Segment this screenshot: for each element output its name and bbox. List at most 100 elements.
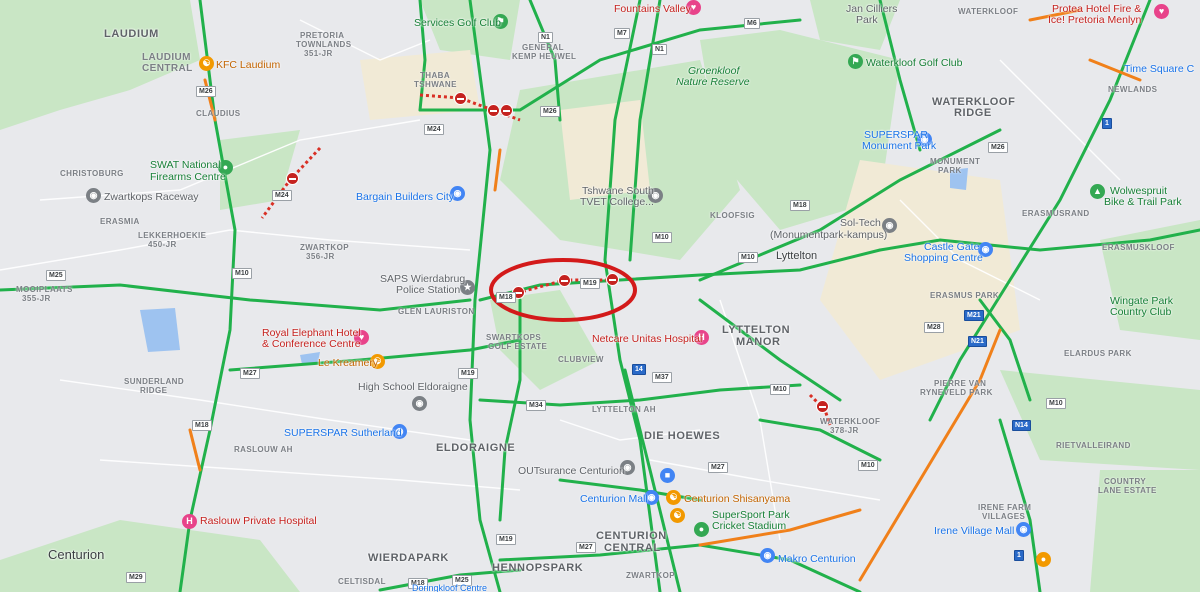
route-shield: 1 bbox=[1014, 550, 1024, 561]
area-label: KLOOFSIG bbox=[710, 211, 755, 220]
shopping-icon[interactable]: ◉ bbox=[760, 548, 775, 563]
poi-label[interactable]: Irene Village Mall bbox=[934, 525, 1014, 538]
area-label: MANOR bbox=[736, 336, 781, 348]
poi-label[interactable]: Shopping Centre bbox=[904, 252, 983, 265]
route-shield: N21 bbox=[968, 336, 987, 347]
school-icon[interactable]: ◉ bbox=[412, 396, 427, 411]
road-closure-icon[interactable] bbox=[816, 400, 829, 413]
poi-label[interactable]: Time Square C bbox=[1124, 63, 1194, 76]
poi-label[interactable]: Le Kreamery bbox=[318, 357, 378, 370]
area-label: ERASMUS PARK bbox=[930, 291, 1000, 300]
area-label: ERASMUSKLOOF bbox=[1102, 243, 1175, 252]
poi-label[interactable]: Bargain Builders City bbox=[356, 191, 454, 204]
poi-label[interactable]: OUTsurance Centurion bbox=[518, 465, 625, 478]
area-label: PARK bbox=[938, 166, 962, 175]
area-label: ELDORAIGNE bbox=[436, 442, 516, 454]
route-shield: M26 bbox=[540, 106, 560, 117]
hotel-icon[interactable]: ♥ bbox=[1154, 4, 1169, 19]
poi-label[interactable]: SUPERSPAR Sutherland bbox=[284, 427, 402, 440]
road-closure-icon[interactable] bbox=[286, 172, 299, 185]
route-shield: N1 bbox=[652, 44, 667, 55]
poi-label[interactable]: Doringkloof Centre bbox=[412, 583, 487, 592]
route-shield: M10 bbox=[1046, 398, 1066, 409]
area-label: LANE ESTATE bbox=[1098, 486, 1157, 495]
poi-label[interactable]: TVET College... bbox=[580, 196, 654, 209]
poi-label[interactable]: Sol-Tech bbox=[840, 217, 881, 230]
area-label: DIE HOEWES bbox=[644, 430, 721, 442]
map-canvas[interactable]: M26 N1 M7 N1 M24 M26 M18 M25 M10 M18 M10… bbox=[0, 0, 1200, 592]
poi-label[interactable]: Zwartkops Raceway bbox=[104, 191, 199, 204]
area-label: 378-JR bbox=[830, 426, 859, 435]
poi-label[interactable]: Fountains Valley bbox=[614, 3, 691, 16]
route-shield: M10 bbox=[652, 232, 672, 243]
route-shield: M10 bbox=[770, 384, 790, 395]
route-shield: N1 bbox=[538, 32, 553, 43]
road-closure-icon[interactable] bbox=[606, 273, 619, 286]
route-shield: M19 bbox=[496, 534, 516, 545]
area-label: CENTRAL bbox=[604, 542, 661, 554]
poi-label[interactable]: Monument Park bbox=[862, 140, 936, 153]
area-label: RASLOUW AH bbox=[234, 445, 293, 454]
area-label: TSHWANE bbox=[414, 80, 457, 89]
poi-label[interactable]: Centurion Shisanyama bbox=[684, 493, 790, 506]
area-label: CELTISDAL bbox=[338, 577, 386, 586]
poi-label[interactable]: (Monumentpark-kampus) bbox=[770, 229, 887, 242]
poi-label[interactable]: Nature Reserve bbox=[676, 76, 750, 89]
area-label: GLEN LAURISTON bbox=[398, 307, 475, 316]
poi-label[interactable]: & Conference Centre bbox=[262, 338, 361, 351]
golf-icon[interactable]: ⚑ bbox=[848, 54, 863, 69]
road-closure-icon[interactable] bbox=[487, 104, 500, 117]
area-label: CHRISTOBURG bbox=[60, 169, 124, 178]
poi-label[interactable]: Waterkloof Golf Club bbox=[866, 57, 962, 70]
restaurant-icon[interactable]: ☯ bbox=[666, 490, 681, 505]
poi-label[interactable]: Services Golf Club bbox=[414, 17, 501, 30]
fuel-icon[interactable]: ● bbox=[1036, 552, 1051, 567]
area-label: ZWARTKOP bbox=[626, 571, 675, 580]
route-shield: 14 bbox=[632, 364, 646, 375]
poi-label[interactable]: Cricket Stadium bbox=[712, 520, 786, 533]
poi-label[interactable]: SWAT National bbox=[150, 159, 220, 172]
poi-label[interactable]: Netcare Unitas Hospital bbox=[592, 333, 702, 346]
road-closure-icon[interactable] bbox=[558, 274, 571, 287]
area-label: LYTTELTON AH bbox=[592, 405, 656, 414]
area-label: CLUBVIEW bbox=[558, 355, 604, 364]
road-closure-icon[interactable] bbox=[500, 104, 513, 117]
stadium-icon[interactable]: ● bbox=[694, 522, 709, 537]
poi-label[interactable]: Bike & Trail Park bbox=[1104, 196, 1182, 209]
park-icon[interactable]: ▲ bbox=[1090, 184, 1105, 199]
area-label: LYTTELTON bbox=[722, 324, 791, 336]
raceway-icon[interactable]: ◉ bbox=[86, 188, 101, 203]
transit-icon[interactable]: ■ bbox=[660, 468, 675, 483]
poi-label[interactable]: High School Eldoraigne bbox=[358, 381, 468, 394]
route-shield: M34 bbox=[526, 400, 546, 411]
shopping-icon[interactable]: ◉ bbox=[1016, 522, 1031, 537]
route-shield: M24 bbox=[272, 190, 292, 201]
poi-label[interactable]: Raslouw Private Hospital bbox=[200, 515, 317, 528]
route-shield: 1 bbox=[1102, 118, 1112, 129]
road-closure-icon[interactable] bbox=[454, 92, 467, 105]
poi-label[interactable]: KFC Laudium bbox=[216, 59, 280, 72]
restaurant-icon[interactable]: ☯ bbox=[670, 508, 685, 523]
route-shield: M27 bbox=[708, 462, 728, 473]
restaurant-icon[interactable]: ☯ bbox=[199, 56, 214, 71]
route-shield: M19 bbox=[458, 368, 478, 379]
route-shield: M26 bbox=[988, 142, 1008, 153]
area-label: LAUDIUM bbox=[104, 28, 159, 40]
poi-label[interactable]: Makro Centurion bbox=[778, 553, 856, 566]
route-shield: M29 bbox=[126, 572, 146, 583]
poi-label[interactable]: Firearms Centre bbox=[150, 171, 226, 184]
area-label: WIERDAPARK bbox=[368, 552, 449, 564]
area-label: CLAUDIUS bbox=[196, 109, 241, 118]
area-label: KEMP HEUWEL bbox=[512, 52, 577, 61]
area-label: 356-JR bbox=[306, 252, 335, 261]
poi-label[interactable]: Country Club bbox=[1110, 306, 1171, 319]
water-body bbox=[140, 308, 180, 352]
hospital-icon[interactable]: H bbox=[182, 514, 197, 529]
area-label: VILLAGES bbox=[982, 512, 1026, 521]
area-label: NEWLANDS bbox=[1108, 85, 1158, 94]
poi-label[interactable]: Park bbox=[856, 14, 878, 27]
route-shield: M6 bbox=[744, 18, 760, 29]
poi-label[interactable]: Ice! Pretoria Menlyn bbox=[1048, 14, 1141, 27]
poi-label[interactable]: Centurion Mall bbox=[580, 493, 648, 506]
poi-label[interactable]: Police Station bbox=[396, 284, 460, 297]
